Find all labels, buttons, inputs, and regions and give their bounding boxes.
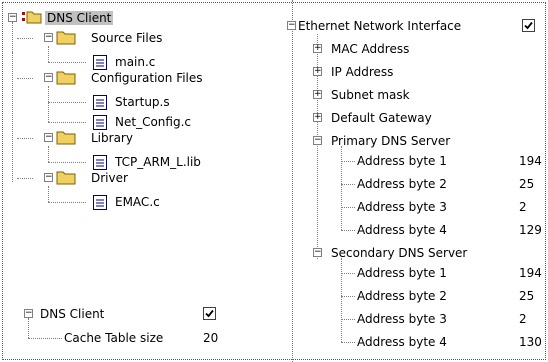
tree-line <box>48 62 86 63</box>
tree-line <box>341 273 355 274</box>
tree-line <box>48 202 86 203</box>
tree-line <box>341 184 355 185</box>
tree-line <box>17 138 33 139</box>
asm-file-icon <box>93 95 107 110</box>
primary-dns-label: Primary DNS Server <box>331 134 451 148</box>
tree-line <box>341 161 355 162</box>
tree-line <box>48 146 49 162</box>
tree-line <box>341 319 355 320</box>
file-startup-s[interactable]: Startup.s <box>115 93 170 111</box>
tree-line <box>48 162 86 163</box>
folder-icon <box>56 171 76 185</box>
cache-table-size-label: Cache Table size <box>64 331 164 345</box>
collapse-toggle[interactable]: − <box>44 173 53 182</box>
collapse-toggle[interactable]: − <box>313 248 322 257</box>
tree-line <box>48 46 49 62</box>
group-driver[interactable]: Driver <box>91 169 128 187</box>
secondary-byte-3-value[interactable]: 2 <box>519 310 527 328</box>
tree-line <box>48 102 86 103</box>
tree-line <box>17 78 33 79</box>
secondary-byte-2-value[interactable]: 25 <box>519 287 534 305</box>
checkmark-icon <box>524 21 533 30</box>
tree-line <box>48 122 86 123</box>
collapse-toggle[interactable]: − <box>287 21 296 30</box>
mac-address-item[interactable]: MAC Address <box>331 40 409 58</box>
ip-address-item[interactable]: IP Address <box>331 63 393 81</box>
secondary-byte-2-label: Address byte 2 <box>357 289 447 303</box>
expand-toggle[interactable]: + <box>313 44 322 53</box>
group-configuration-files[interactable]: Configuration Files <box>91 69 203 87</box>
tree-line <box>12 22 13 52</box>
tree-line <box>341 146 342 230</box>
collapse-toggle[interactable]: − <box>44 73 53 82</box>
primary-byte-3-label: Address byte 3 <box>357 200 447 214</box>
collapse-toggle[interactable]: − <box>24 309 33 318</box>
primary-byte-1-value[interactable]: 194 <box>519 152 542 170</box>
group-source-files[interactable]: Source Files <box>91 29 162 47</box>
file-emac-c[interactable]: EMAC.c <box>115 193 160 211</box>
subnet-mask-item[interactable]: Subnet mask <box>331 86 410 104</box>
tree-line <box>17 178 33 179</box>
panel-divider <box>292 0 294 362</box>
c-file-icon <box>93 55 107 70</box>
collapse-toggle[interactable]: − <box>44 133 53 142</box>
tree-line <box>28 318 29 338</box>
collapse-toggle[interactable]: − <box>8 13 17 22</box>
collapse-toggle[interactable]: − <box>44 33 53 42</box>
tree-line <box>341 207 355 208</box>
tree-line <box>341 230 355 231</box>
tree-line <box>17 38 33 39</box>
secondary-byte-3-label: Address byte 3 <box>357 312 447 326</box>
tree-line <box>341 258 342 342</box>
secondary-byte-4-label: Address byte 4 <box>357 335 447 349</box>
folder-icon <box>56 31 76 45</box>
expand-toggle[interactable]: + <box>313 67 322 76</box>
primary-byte-1-label: Address byte 1 <box>357 154 447 168</box>
secondary-byte-4-value[interactable]: 130 <box>519 333 542 351</box>
primary-byte-4-value[interactable]: 129 <box>519 221 542 239</box>
tree-line <box>28 338 62 339</box>
folder-icon <box>56 131 76 145</box>
dns-client-enable-checkbox[interactable] <box>203 307 216 320</box>
tree-line <box>341 342 355 343</box>
collapse-toggle[interactable]: − <box>313 136 322 145</box>
secondary-byte-1-value[interactable]: 194 <box>519 264 542 282</box>
tree-line <box>12 52 13 182</box>
checkmark-icon <box>205 309 214 318</box>
primary-byte-2-value[interactable]: 25 <box>519 175 534 193</box>
expand-toggle[interactable]: + <box>313 90 322 99</box>
tree-line <box>341 296 355 297</box>
target-root-icon <box>22 11 42 24</box>
secondary-byte-1-label: Address byte 1 <box>357 266 447 280</box>
ethernet-enable-checkbox[interactable] <box>522 19 535 32</box>
default-gateway-item[interactable]: Default Gateway <box>331 109 432 127</box>
lib-file-icon <box>93 155 107 170</box>
c-file-icon <box>93 115 107 130</box>
tree-line <box>48 86 49 122</box>
cache-table-size-value[interactable]: 20 <box>203 329 218 347</box>
primary-byte-2-label: Address byte 2 <box>357 177 447 191</box>
folder-icon <box>56 71 76 85</box>
group-library[interactable]: Library <box>91 129 133 147</box>
tree-line <box>48 186 49 202</box>
dns-client-label: DNS Client <box>40 307 105 321</box>
tree-root-label[interactable]: DNS Client <box>45 9 114 27</box>
c-file-icon <box>93 195 107 210</box>
primary-byte-4-label: Address byte 4 <box>357 223 447 237</box>
secondary-dns-label: Secondary DNS Server <box>331 246 468 260</box>
expand-toggle[interactable]: + <box>313 113 322 122</box>
ethernet-title: Ethernet Network Interface <box>298 19 462 33</box>
primary-byte-3-value[interactable]: 2 <box>519 198 527 216</box>
